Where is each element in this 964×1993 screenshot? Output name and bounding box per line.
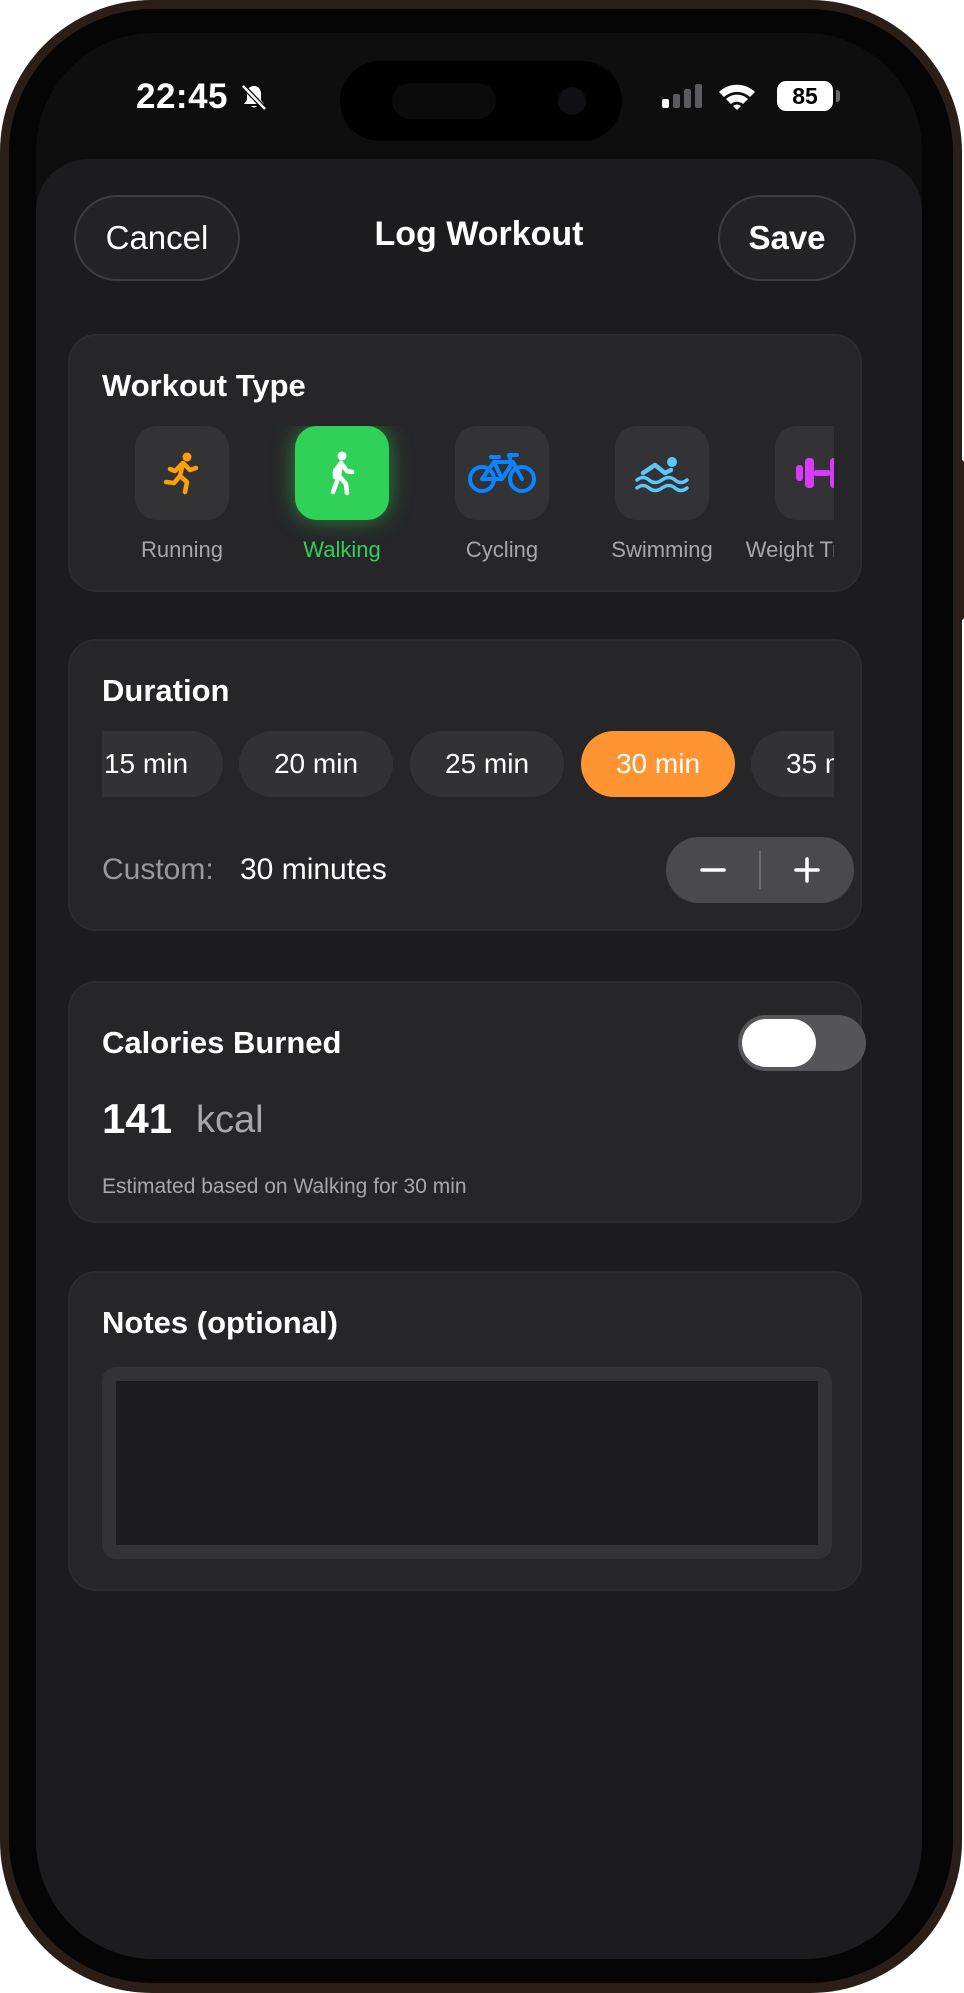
workout-type-weight-training[interactable]: Weight Training [742, 426, 834, 566]
side-button [0, 300, 3, 360]
silent-bell-icon [241, 84, 267, 111]
side-button [0, 420, 3, 530]
log-workout-sheet: Cancel Log Workout Save Workout Type Run… [36, 159, 922, 1959]
dynamic-island [340, 61, 622, 141]
screen: 22:45 85 Cancel Log Workout Save Workout… [36, 33, 922, 1959]
notes-field-frame [102, 1367, 832, 1559]
workout-type-title: Workout Type [102, 368, 306, 403]
duration-chip-20[interactable]: 20 min [239, 731, 393, 797]
toggle-knob [742, 1019, 816, 1067]
duration-chip-15[interactable]: 15 min [102, 731, 223, 797]
duration-chip-30[interactable]: 30 min [581, 731, 735, 797]
workout-type-cycling[interactable]: Cycling [422, 426, 582, 566]
battery-indicator: 85 [777, 81, 833, 111]
side-button [959, 460, 964, 620]
calories-value: 141 [102, 1095, 173, 1142]
workout-type-running[interactable]: Running [102, 426, 262, 566]
duration-chip-scroller[interactable]: 15 min 20 min 25 min 30 min 35 min [102, 731, 834, 799]
bicycle-icon [455, 426, 549, 520]
notes-input[interactable] [116, 1381, 818, 1545]
workout-type-label: Running [141, 537, 223, 562]
workout-type-label: Swimming [611, 537, 713, 562]
status-bar: 22:45 85 [36, 33, 922, 163]
minus-icon [700, 868, 726, 872]
calories-estimate-note: Estimated based on Walking for 30 min [102, 1175, 467, 1198]
running-icon [135, 426, 229, 520]
walking-icon [295, 426, 389, 520]
status-time: 22:45 [136, 77, 229, 116]
duration-chip-25[interactable]: 25 min [410, 731, 564, 797]
calories-unit: kcal [196, 1099, 264, 1141]
calories-card: Calories Burned 141 kcal Estimated based… [68, 981, 866, 1223]
duration-title: Duration [102, 673, 230, 708]
calories-title: Calories Burned [102, 1025, 342, 1060]
plus-icon [794, 857, 820, 883]
workout-type-walking[interactable]: Walking [262, 426, 422, 566]
dumbbell-icon [775, 426, 834, 520]
decrement-button[interactable] [666, 837, 760, 903]
custom-duration-label: Custom: [102, 853, 214, 886]
wifi-icon [719, 84, 755, 110]
workout-type-label: Cycling [465, 537, 539, 562]
workout-type-label: Walking [303, 537, 381, 562]
increment-button[interactable] [760, 837, 854, 903]
workout-type-scroller[interactable]: Running Walking Cycling Swimming Weight … [102, 426, 834, 566]
calories-manual-toggle[interactable] [738, 1015, 866, 1071]
workout-type-swimming[interactable]: Swimming [582, 426, 742, 566]
swimming-icon [615, 426, 709, 520]
duration-card: Duration 15 min 20 min 25 min 30 min 35 … [68, 639, 862, 931]
save-button[interactable]: Save [718, 195, 856, 281]
workout-type-card: Workout Type Running Walking Cycling Swi… [68, 334, 862, 592]
duration-chip-35[interactable]: 35 min [751, 731, 834, 797]
notes-card: Notes (optional) [68, 1271, 862, 1591]
cellular-signal-icon [662, 84, 702, 108]
battery-cap [836, 90, 840, 102]
workout-type-label: Weight Training [745, 537, 834, 562]
duration-stepper [666, 837, 854, 903]
notes-title: Notes (optional) [102, 1305, 338, 1340]
custom-duration-value: 30 minutes [240, 853, 387, 886]
camera-lens [558, 87, 586, 115]
sensor-pill [392, 83, 496, 119]
